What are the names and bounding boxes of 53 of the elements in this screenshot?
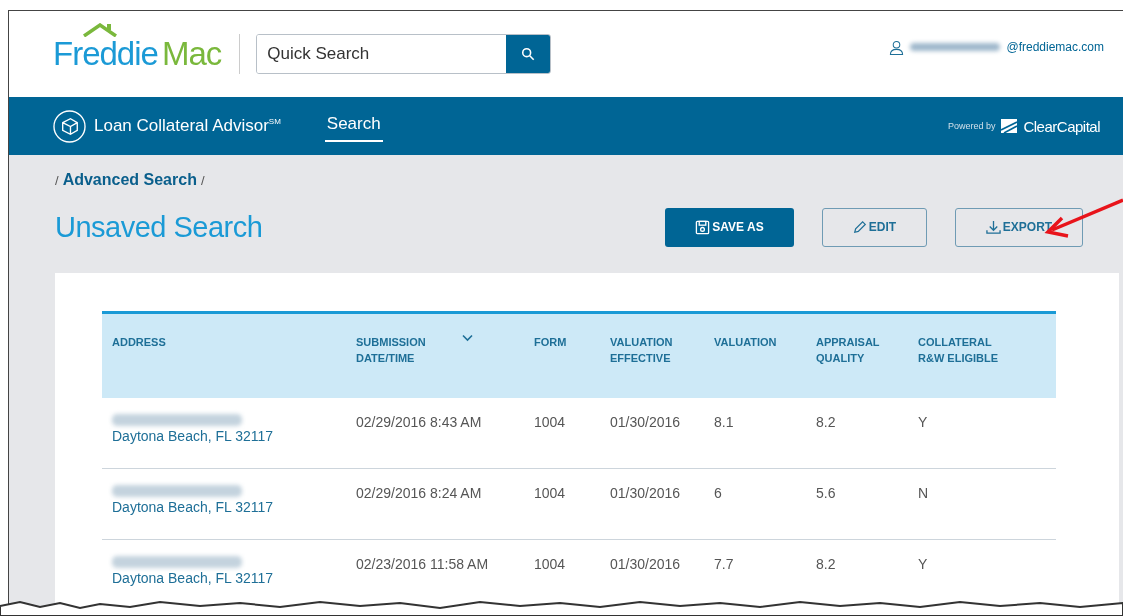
- table-cell: 02/23/2016 11:58 AM: [356, 556, 489, 572]
- column-header[interactable]: COLLATERAL R&W ELIGIBLE: [918, 334, 1018, 366]
- column-header[interactable]: SUBMISSION DATE/TIME: [356, 334, 456, 366]
- table-cell: 01/30/2016: [610, 414, 681, 430]
- search-icon: [521, 47, 536, 61]
- download-icon: [985, 219, 1001, 235]
- search-button[interactable]: [506, 35, 551, 73]
- roof-icon: [83, 23, 117, 37]
- logo-wordmark: Mac: [161, 34, 222, 74]
- breadcrumb-link[interactable]: Advanced Search: [62, 171, 197, 189]
- product-name: Loan Collateral Advisor$^{SM}$: [94, 116, 281, 136]
- address-city[interactable]: Daytona Beach, FL 32117: [112, 428, 336, 444]
- partner-name: ClearCapital: [1023, 117, 1100, 135]
- table-cell: 8.1: [714, 414, 734, 430]
- table-cell: Y: [918, 556, 928, 572]
- action-button[interactable]: SAVE AS: [665, 207, 794, 247]
- pencil-icon: [852, 220, 867, 234]
- column-header[interactable]: ADDRESS: [112, 334, 166, 350]
- table-cell: 01/30/2016: [610, 556, 681, 572]
- table-cell: 01/30/2016: [610, 485, 681, 501]
- address-city[interactable]: Daytona Beach, FL 32117: [112, 570, 336, 586]
- table-cell: 7.7: [714, 556, 734, 572]
- quick-search-field[interactable]: Quick Search: [256, 34, 552, 74]
- table-cell: 02/29/2016 8:43 AM: [356, 414, 482, 430]
- powered-by-text: Powered by: [947, 121, 996, 131]
- table-cell: 8.2: [816, 414, 836, 430]
- action-button[interactable]: EXPORT: [955, 207, 1083, 247]
- breadcrumb-separator: /: [55, 173, 59, 188]
- table-cell: Y: [918, 414, 928, 430]
- breadcrumb-separator: /: [200, 173, 205, 188]
- table-cell: 1004: [534, 414, 566, 430]
- column-header[interactable]: VALUATION: [714, 334, 777, 350]
- action-button[interactable]: EDIT: [822, 207, 927, 247]
- table-cell: 6: [714, 485, 722, 501]
- nav-tab[interactable]: Search: [324, 110, 383, 142]
- user-email[interactable]: @freddiemac.com: [1006, 40, 1104, 54]
- column-header[interactable]: APPRAISAL QUALITY: [816, 334, 898, 366]
- save-icon: [695, 219, 711, 235]
- column-header[interactable]: FORM: [534, 334, 567, 350]
- table-cell: 1004: [534, 485, 566, 501]
- column-header[interactable]: VALUATION EFFECTIVE: [610, 334, 694, 366]
- cube-icon: [53, 109, 86, 143]
- table-cell: 8.2: [816, 556, 836, 572]
- table-cell: 02/29/2016 8:24 AM: [356, 485, 482, 501]
- page-title: Unsaved Search: [55, 210, 263, 244]
- partner-logo-icon: [1001, 119, 1018, 133]
- address-city[interactable]: Daytona Beach, FL 32117: [112, 499, 336, 515]
- table-cell: N: [918, 485, 929, 501]
- user-icon: [889, 39, 905, 55]
- table-cell: 5.6: [816, 485, 836, 501]
- table-cell: 1004: [534, 556, 566, 572]
- logo-wordmark: Freddie: [53, 34, 158, 74]
- chevron-down-icon[interactable]: [462, 334, 473, 342]
